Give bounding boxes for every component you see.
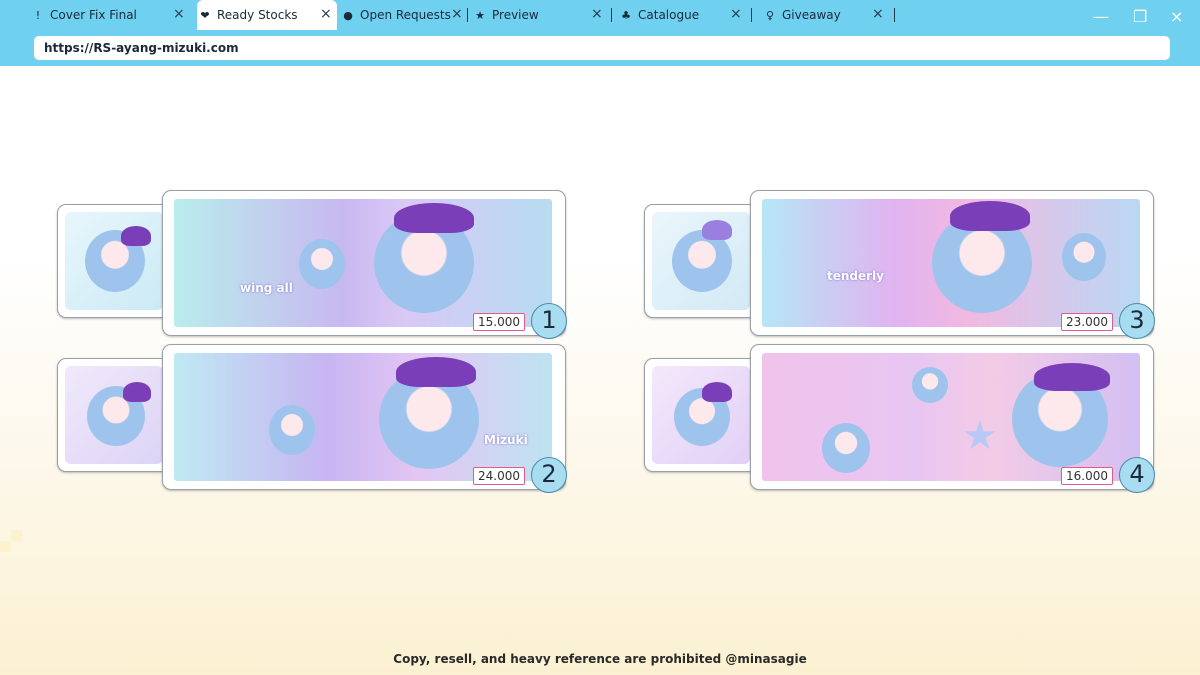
bonnet-decoration <box>396 357 476 387</box>
price-tag: 15.000 <box>473 313 525 331</box>
restore-icon[interactable]: ❐ <box>1133 7 1147 26</box>
close-icon[interactable]: × <box>173 6 185 22</box>
tab-separator <box>467 8 468 22</box>
art-lettering: Mizuki <box>484 433 528 447</box>
chibi-portrait <box>299 239 345 289</box>
item-1-thumbnail[interactable] <box>57 204 171 318</box>
tab-label: Open Requests <box>360 8 451 22</box>
chibi-portrait <box>912 367 948 403</box>
price-tag: 23.000 <box>1061 313 1113 331</box>
copyright-notice: Copy, resell, and heavy reference are pr… <box>393 652 807 666</box>
star-icon: ★ <box>475 8 485 22</box>
close-icon[interactable]: × <box>451 6 463 22</box>
art-lettering: tenderly <box>827 269 884 283</box>
price-tag: 24.000 <box>473 467 525 485</box>
close-icon[interactable]: × <box>730 6 742 22</box>
tab-label: Catalogue <box>638 8 700 22</box>
header-artwork: ★ <box>762 353 1140 481</box>
header-artwork: tenderly <box>762 199 1140 327</box>
tab-separator <box>751 8 752 22</box>
item-4-thumbnail[interactable] <box>644 358 758 472</box>
item-number-badge: 1 <box>531 303 567 339</box>
ice-cream-icon: ♀ <box>765 8 775 22</box>
heart-icon: ❤ <box>200 8 210 22</box>
chibi-portrait <box>822 423 870 473</box>
cherry-icon: ♣ <box>621 8 631 22</box>
tab-label: Giveaway <box>782 8 841 22</box>
bonnet-decoration <box>702 220 732 240</box>
minimize-icon[interactable]: — <box>1093 7 1109 26</box>
item-2-card[interactable]: Mizuki 24.000 2 <box>162 344 567 493</box>
tab-separator <box>894 8 895 22</box>
star-sticker-icon: ★ <box>962 413 998 459</box>
chibi-portrait <box>1062 233 1106 281</box>
icon-artwork <box>65 212 163 310</box>
bonnet-decoration <box>123 382 151 402</box>
item-3-card[interactable]: tenderly 23.000 3 <box>750 190 1155 339</box>
item-2-thumbnail[interactable] <box>57 358 171 472</box>
icon-artwork <box>652 212 750 310</box>
header-artwork: wing all <box>174 199 552 327</box>
close-icon[interactable]: × <box>320 6 332 22</box>
tab-giveaway[interactable]: ♀ Giveaway × <box>762 0 892 30</box>
close-icon[interactable]: × <box>591 6 603 22</box>
exclamation-icon: ! <box>35 8 41 22</box>
bonnet-decoration <box>1034 363 1110 391</box>
bonnet-decoration <box>394 203 474 233</box>
tab-open-requests[interactable]: ● Open Requests × <box>340 0 468 30</box>
bonnet-decoration <box>702 382 732 402</box>
tab-preview[interactable]: ★ Preview × <box>472 0 607 30</box>
art-lettering: wing all <box>240 281 293 295</box>
item-number-badge: 2 <box>531 457 567 493</box>
tab-cover-fix-final[interactable]: ! Cover Fix Final × <box>30 0 195 30</box>
close-window-icon[interactable]: × <box>1170 7 1183 26</box>
chibi-portrait <box>269 405 315 455</box>
item-1-card[interactable]: wing all 15.000 1 <box>162 190 567 339</box>
header-artwork: Mizuki <box>174 353 552 481</box>
url-field[interactable]: https://RS-ayang-mizuki.com <box>34 36 1170 60</box>
drop-icon: ● <box>343 8 353 22</box>
tab-label: Cover Fix Final <box>50 8 137 22</box>
price-tag: 16.000 <box>1061 467 1113 485</box>
bonnet-decoration <box>121 226 151 246</box>
tab-separator <box>611 8 612 22</box>
bonnet-decoration <box>950 201 1030 231</box>
tab-ready-stocks[interactable]: ❤ Ready Stocks × <box>197 0 337 30</box>
item-number-badge: 3 <box>1119 303 1155 339</box>
tab-label: Preview <box>492 8 539 22</box>
tab-label: Ready Stocks <box>217 8 298 22</box>
tab-catalogue[interactable]: ♣ Catalogue × <box>618 0 748 30</box>
icon-artwork <box>652 366 750 464</box>
item-4-card[interactable]: ★ 16.000 4 <box>750 344 1155 493</box>
item-3-thumbnail[interactable] <box>644 204 758 318</box>
icon-artwork <box>65 366 163 464</box>
close-icon[interactable]: × <box>872 6 884 22</box>
item-number-badge: 4 <box>1119 457 1155 493</box>
